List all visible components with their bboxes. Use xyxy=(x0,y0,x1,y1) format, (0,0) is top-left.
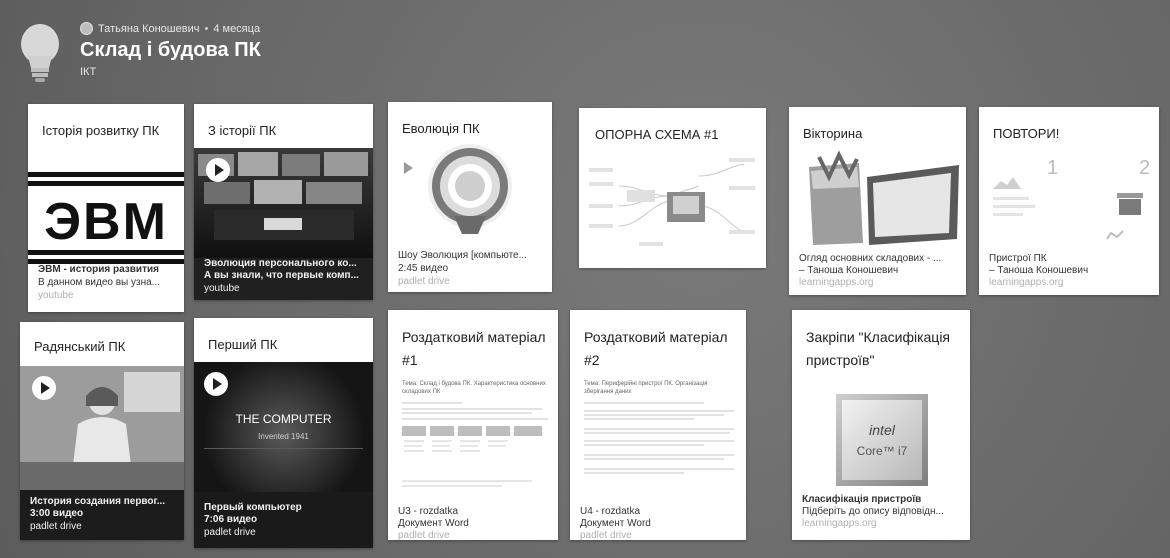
card-title: ПОВТОРИ! xyxy=(993,126,1060,141)
number-two: 2 xyxy=(1139,157,1151,179)
core-label: Core™ i7 xyxy=(856,444,908,458)
post-card-scheme[interactable]: ОПОРНА СХЕМА #1 xyxy=(579,108,766,268)
card-caption-desc: Документ Word xyxy=(580,518,651,529)
post-card-from-history[interactable]: З історії ПК Эволюция персонального ко..… xyxy=(194,104,373,300)
card-title: Роздатковий матеріал #2 xyxy=(584,329,728,368)
repeat-image[interactable]: 1 2 xyxy=(979,147,1159,247)
card-caption-source: youtube xyxy=(38,290,74,301)
mind-map-image[interactable] xyxy=(579,146,766,266)
card-title: Роздатковий матеріал #1 xyxy=(402,329,546,368)
card-caption-desc: 7:06 видео xyxy=(204,514,258,525)
play-icon[interactable] xyxy=(206,158,230,182)
card-caption-source: padlet drive xyxy=(30,521,82,532)
post-card-soviet-pc[interactable]: Радянський ПК История создания первог...… xyxy=(20,322,184,540)
author-name[interactable]: Татьяна Коношевич xyxy=(98,23,199,35)
post-card-history[interactable]: Історія розвитку ПК ЭВМ ЭВМ - история ра… xyxy=(28,104,184,312)
board-header: Татьяна Коношевич • 4 месяца Склад і буд… xyxy=(0,0,1170,100)
card-caption-title: Класифікація пристроїв xyxy=(802,494,922,505)
card-caption-title: Пристрої ПК xyxy=(989,253,1047,264)
card-caption-source: learningapps.org xyxy=(989,277,1064,288)
card-caption-source: padlet drive xyxy=(580,530,632,540)
card-title: ОПОРНА СХЕМА #1 xyxy=(595,127,719,142)
card-caption-source: learningapps.org xyxy=(802,518,877,529)
quiz-image[interactable] xyxy=(789,147,966,247)
card-caption-source: padlet drive xyxy=(398,276,450,287)
card-title: Закріпи "Класифікація пристроїв" xyxy=(806,329,951,368)
card-caption-source: padlet drive xyxy=(204,527,256,538)
board-title: Склад і будова ПК xyxy=(80,39,261,61)
card-caption-title: U4 - rozdatka xyxy=(580,506,641,517)
card-title: Радянський ПК xyxy=(34,339,126,354)
card-caption-source: youtube xyxy=(204,283,240,294)
post-card-repeat[interactable]: ПОВТОРИ! 1 2 Пристрої ПК – Таноша Коноше… xyxy=(979,107,1159,295)
card-caption-title: Первый компьютер xyxy=(204,502,302,513)
doc-heading: Тема: Периферійні пристрої ПК. Організац… xyxy=(584,381,708,395)
card-caption-source: padlet drive xyxy=(398,530,450,540)
card-caption-desc: 2:45 видео xyxy=(398,263,449,274)
card-caption-title: История создания первог... xyxy=(30,496,166,507)
card-caption-desc: В данном видео вы узна... xyxy=(38,277,161,288)
card-caption-desc: Підберіть до опису відповідн... xyxy=(802,506,944,517)
post-card-quiz[interactable]: Вікторина Огляд основних складових - ...… xyxy=(789,107,966,295)
doc-heading: Тема: Склад і будова ПК. Характеристика … xyxy=(402,381,546,395)
card-title: Перший ПК xyxy=(208,337,278,352)
evm-image[interactable]: ЭВМ xyxy=(28,170,184,276)
post-card-handout-2[interactable]: Роздатковий матеріал #2 Тема: Периферійн… xyxy=(570,310,746,540)
padlet-board: Татьяна Коношевич • 4 месяца Склад і буд… xyxy=(0,0,1170,558)
card-caption-desc: 3:00 видео xyxy=(30,508,84,519)
card-caption-desc: Документ Word xyxy=(398,518,469,529)
card-caption-desc: – Таноша Коношевич xyxy=(989,265,1089,276)
evolution-image[interactable] xyxy=(388,142,552,242)
card-caption-title: ЭВМ - история развития xyxy=(38,264,159,275)
card-title: Вікторина xyxy=(803,126,863,141)
card-caption-source: learningapps.org xyxy=(799,277,874,288)
card-caption-title: Огляд основних складових - ... xyxy=(799,253,942,264)
post-card-first-pc[interactable]: Перший ПК THE COMPUTER Invented 1941 Пер… xyxy=(194,318,373,548)
card-title: Історія розвитку ПК xyxy=(42,123,160,138)
card-caption-desc: – Таноша Коношевич xyxy=(799,265,899,276)
author-line: Татьяна Коношевич • 4 месяца xyxy=(80,22,260,35)
intel-image[interactable]: intel Core™ i7 xyxy=(792,394,970,490)
card-title: Еволюція ПК xyxy=(402,121,480,136)
lightbulb-icon xyxy=(16,22,64,84)
play-icon[interactable] xyxy=(32,376,56,400)
post-card-evolution[interactable]: Еволюція ПК Шоу Эволюция [компьюте... 2:… xyxy=(388,102,552,292)
video-subtitle-text: Invented 1941 xyxy=(258,432,309,441)
card-title: З історії ПК xyxy=(208,123,277,138)
card-caption-desc: А вы знали, что первые комп... xyxy=(204,270,359,281)
document-preview[interactable]: Тема: Склад і будова ПК. Характеристика … xyxy=(388,380,558,500)
card-caption-title: U3 - rozdatka xyxy=(398,506,459,517)
post-time: 4 месяца xyxy=(213,22,261,35)
post-card-handout-1[interactable]: Роздатковий матеріал #1 Тема: Склад і бу… xyxy=(388,310,558,540)
document-preview[interactable]: Тема: Периферійні пристрої ПК. Організац… xyxy=(570,380,746,500)
number-one: 1 xyxy=(1047,157,1059,179)
board-subtitle: ІКТ xyxy=(80,66,97,78)
post-card-classification[interactable]: Закріпи "Класифікація пристроїв" intel C… xyxy=(792,310,970,540)
evm-logo-text: ЭВМ xyxy=(44,193,168,251)
separator: • xyxy=(204,22,209,35)
play-icon[interactable] xyxy=(204,372,228,396)
video-title-text: THE COMPUTER xyxy=(235,412,332,426)
intel-logo: intel xyxy=(869,422,895,438)
card-caption-title: Шоу Эволюция [компьюте... xyxy=(398,250,527,261)
avatar-icon[interactable] xyxy=(80,22,93,35)
card-caption-title: Эволюция персонального ко... xyxy=(204,258,357,269)
